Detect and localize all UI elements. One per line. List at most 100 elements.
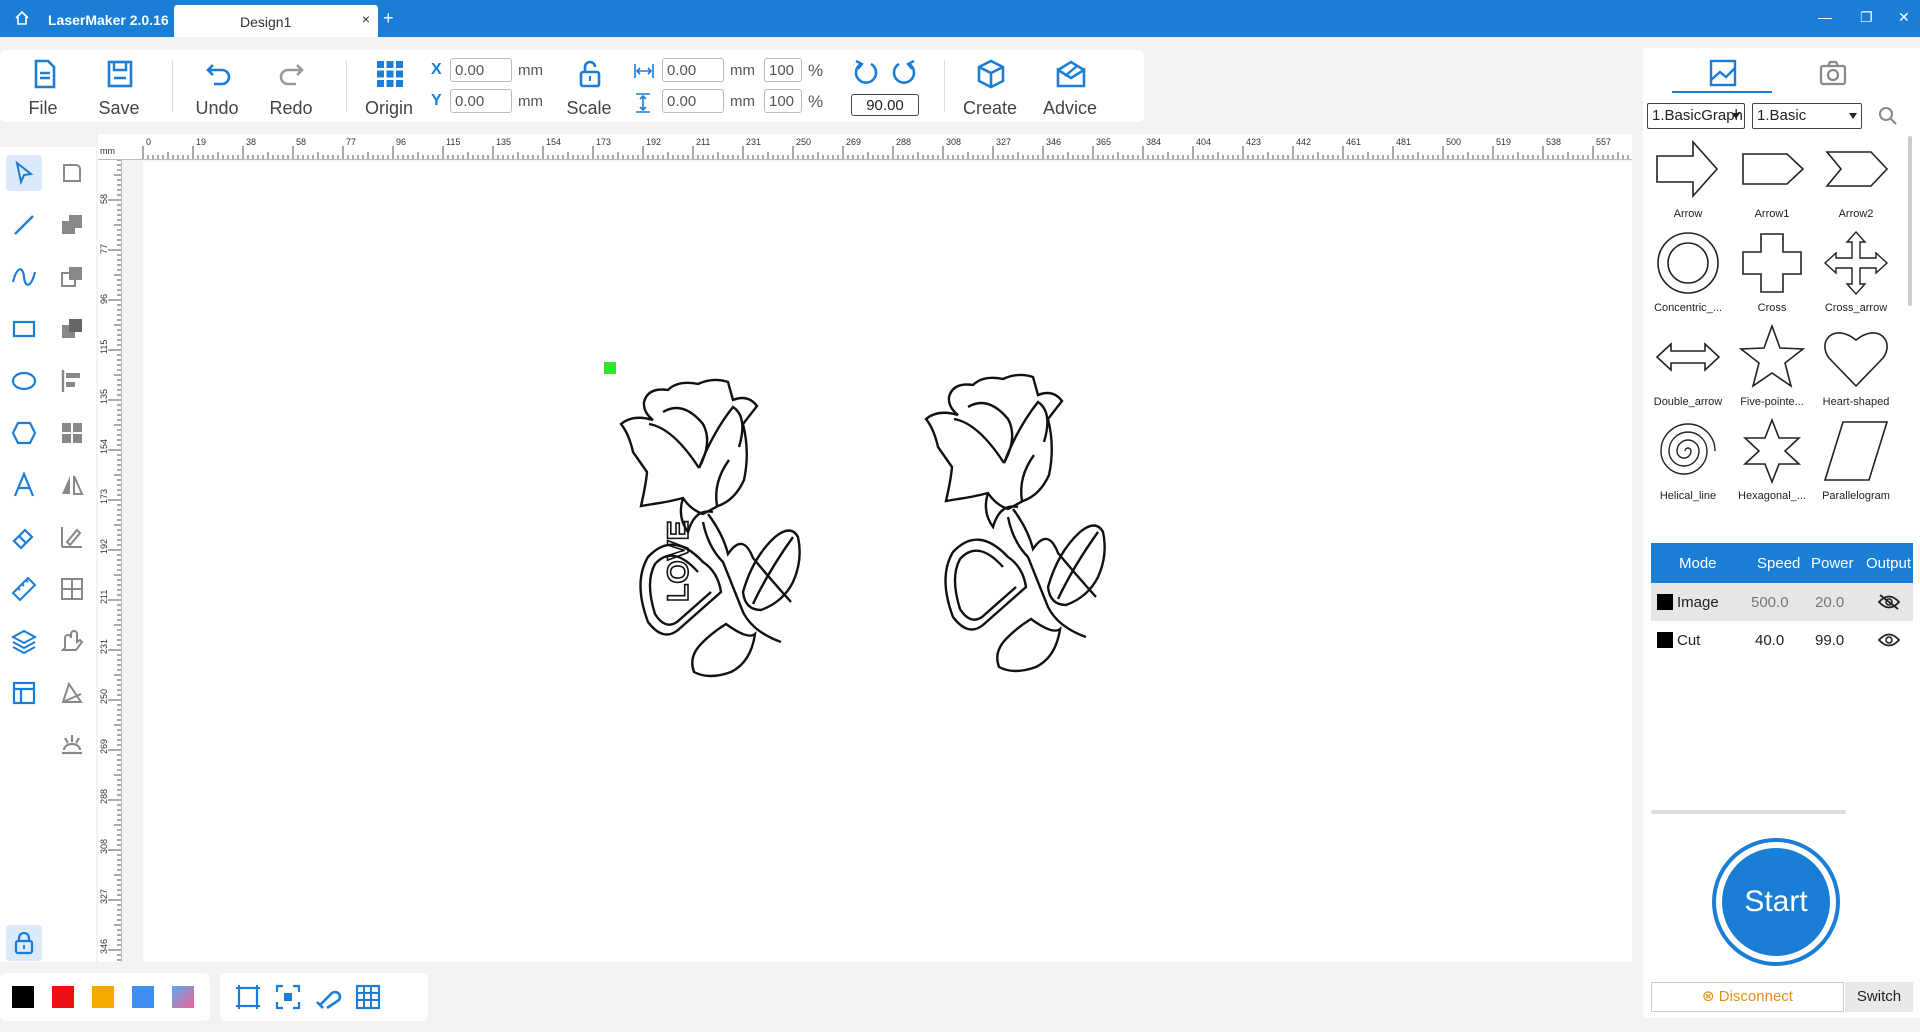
color-swatch-black[interactable] xyxy=(12,986,34,1008)
layer-row-cut[interactable]: Cut 40.0 99.0 xyxy=(1651,621,1913,659)
rotate-angle-input[interactable] xyxy=(851,94,919,116)
array-tool[interactable] xyxy=(54,415,90,451)
minimize-icon[interactable]: — xyxy=(1818,9,1832,25)
color-swatch-red[interactable] xyxy=(52,986,74,1008)
shape-item[interactable]: Arrow1 xyxy=(1730,136,1814,228)
scale-lock-button[interactable]: Scale xyxy=(554,50,624,122)
select-tool[interactable] xyxy=(6,155,42,191)
camera-tab-icon[interactable] xyxy=(1818,58,1848,88)
curve-tool[interactable] xyxy=(6,259,42,295)
zoom-selection-icon[interactable] xyxy=(274,983,302,1011)
shape-item-label: Parallelogram xyxy=(1822,490,1890,502)
split-tool[interactable] xyxy=(54,571,90,607)
switch-button[interactable]: Switch xyxy=(1845,982,1913,1012)
origin-button[interactable]: Origin xyxy=(354,50,424,122)
tab-close-icon[interactable]: × xyxy=(362,11,370,27)
shape-item[interactable]: Five-pointe... xyxy=(1730,324,1814,416)
home-icon[interactable] xyxy=(14,10,30,26)
fit-page-icon[interactable] xyxy=(234,983,262,1011)
disconnect-icon: ⊗ xyxy=(1702,988,1719,1005)
layer-color-swatch[interactable] xyxy=(1657,594,1673,610)
intersect-tool[interactable] xyxy=(54,311,90,347)
new-tab-icon[interactable]: + xyxy=(383,8,394,29)
rectangle-tool[interactable] xyxy=(6,311,42,347)
category-select[interactable]: 1.BasicGraph xyxy=(1647,103,1745,129)
search-icon[interactable] xyxy=(1878,106,1898,126)
height-input[interactable] xyxy=(662,89,724,113)
node-edit-tool[interactable] xyxy=(54,155,90,191)
stamp-tool[interactable] xyxy=(54,623,90,659)
laser-tool[interactable] xyxy=(54,727,90,763)
align-tool[interactable] xyxy=(54,363,90,399)
love-text[interactable]: LOVE xyxy=(661,520,696,603)
shape-item[interactable]: Hexagonal_... xyxy=(1730,418,1814,510)
shape-item[interactable]: Double_arrow xyxy=(1646,324,1730,416)
ruler-tick-label: 461 xyxy=(1346,137,1361,147)
restore-icon[interactable]: ❐ xyxy=(1860,9,1873,26)
main-toolbar: File Save Undo Redo Origin X mm Y mm Sca… xyxy=(0,50,1144,122)
grid-toggle-icon[interactable] xyxy=(354,983,382,1011)
color-swatch-blue[interactable] xyxy=(132,986,154,1008)
width-unit: mm xyxy=(730,62,755,79)
close-icon[interactable]: ✕ xyxy=(1898,9,1910,26)
shape-item[interactable]: Heart-shaped xyxy=(1814,324,1898,416)
undo-button[interactable]: Undo xyxy=(182,50,252,122)
hexagon-icon xyxy=(11,421,37,445)
eye-hidden-icon[interactable] xyxy=(1877,593,1901,611)
text-tool[interactable] xyxy=(6,467,42,503)
ellipse-tool[interactable] xyxy=(6,363,42,399)
rotate-ccw-icon[interactable] xyxy=(852,58,880,86)
subtract-tool[interactable] xyxy=(54,259,90,295)
redo-button[interactable]: Redo xyxy=(256,50,326,122)
rose-with-heart[interactable] xyxy=(924,373,1106,673)
shape-item[interactable]: Arrow2 xyxy=(1814,136,1898,228)
measure-tool[interactable] xyxy=(6,571,42,607)
layers-tool[interactable] xyxy=(6,623,42,659)
advice-button[interactable]: Advice xyxy=(1035,50,1105,122)
magnet-snap-icon[interactable] xyxy=(314,983,342,1011)
tab-design1[interactable]: Design1 × xyxy=(174,5,378,37)
file-button[interactable]: File xyxy=(8,50,78,122)
panel-tool[interactable] xyxy=(6,675,42,711)
disconnect-button[interactable]: ⊗ Disconnect xyxy=(1651,982,1844,1012)
shape-item[interactable]: Helical_line xyxy=(1646,418,1730,510)
eraser-tool[interactable] xyxy=(6,519,42,555)
shape-item[interactable]: Cross_arrow xyxy=(1814,230,1898,322)
origin-marker[interactable] xyxy=(604,362,616,374)
polygon-tool[interactable] xyxy=(6,415,42,451)
subcategory-select[interactable]: 1.Basic xyxy=(1752,103,1862,129)
width-input[interactable] xyxy=(662,58,724,82)
x-input[interactable] xyxy=(450,58,512,82)
ruler-tick-label: 269 xyxy=(99,739,109,754)
path-tool[interactable] xyxy=(54,675,90,711)
width-percent-input[interactable] xyxy=(764,58,802,82)
color-swatch-gradient[interactable] xyxy=(172,986,194,1008)
ruler-tick-label: 211 xyxy=(696,137,710,147)
shape-preview-icon xyxy=(1738,324,1806,388)
design-canvas[interactable]: LOVE xyxy=(143,162,1632,962)
line-tool[interactable] xyxy=(6,207,42,243)
shape-library-tab-icon[interactable] xyxy=(1708,58,1738,88)
union-tool[interactable] xyxy=(54,207,90,243)
y-input[interactable] xyxy=(450,89,512,113)
color-swatch-orange[interactable] xyxy=(92,986,114,1008)
rotate-cw-icon[interactable] xyxy=(890,58,918,86)
height-percent-input[interactable] xyxy=(764,89,802,113)
mirror-tool[interactable] xyxy=(54,467,90,503)
create-button[interactable]: Create xyxy=(955,50,1025,122)
shape-item[interactable]: Cross xyxy=(1730,230,1814,322)
edit-tool[interactable] xyxy=(54,519,90,555)
start-button[interactable]: Start xyxy=(1712,838,1840,966)
shape-item[interactable]: Parallelogram xyxy=(1814,418,1898,510)
layer-row-image[interactable]: Image 500.0 20.0 xyxy=(1651,583,1913,621)
layer-color-swatch[interactable] xyxy=(1657,632,1673,648)
eye-visible-icon[interactable] xyxy=(1877,631,1901,649)
save-button[interactable]: Save xyxy=(84,50,154,122)
shape-item[interactable]: Concentric_... xyxy=(1646,230,1730,322)
layer-table-scrollbar[interactable] xyxy=(1651,810,1846,814)
shape-item[interactable]: Arrow xyxy=(1646,136,1730,228)
ruler-tick-label: 346 xyxy=(99,939,109,954)
shape-list-scrollbar[interactable] xyxy=(1908,136,1912,306)
rose-with-love-heart[interactable] xyxy=(619,378,801,678)
lock-tool[interactable] xyxy=(6,925,42,961)
